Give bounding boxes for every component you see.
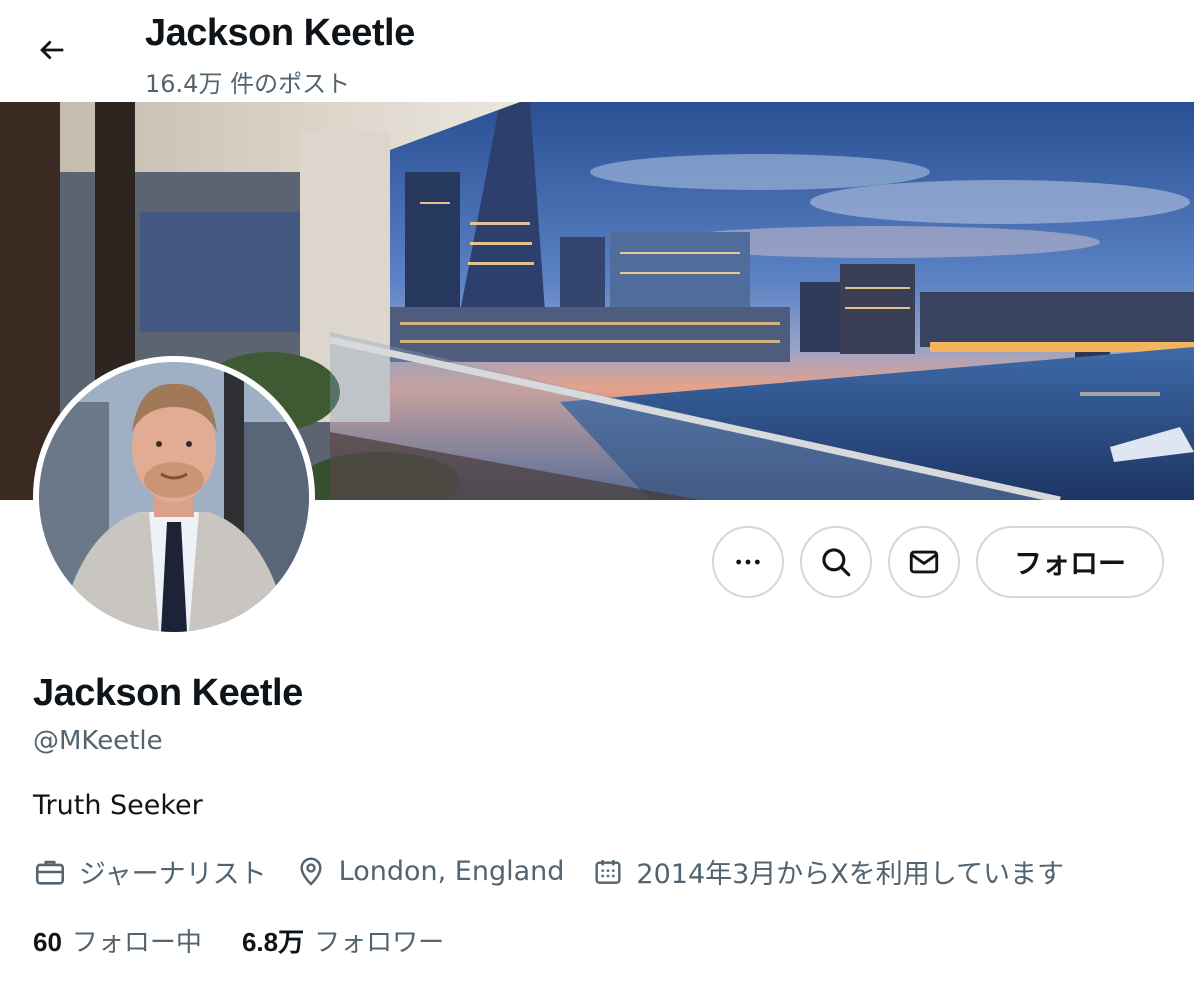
profile-stats: 60 フォロー中 6.8万 フォロワー xyxy=(33,922,484,959)
followers-count: 6.8万 xyxy=(241,927,305,957)
profession-text: ジャーナリスト xyxy=(79,859,267,890)
following-count: 60 xyxy=(33,927,62,957)
profile-page: Jackson Keetle 16.4万 件のポスト フォロー Jackson … xyxy=(0,0,1194,984)
location-item: London, England xyxy=(295,856,565,888)
header-title: Jackson Keetle xyxy=(145,12,415,54)
profile-handle: @MKeetle xyxy=(33,726,163,756)
followers-link[interactable]: 6.8万 フォロワー xyxy=(242,922,444,959)
message-button[interactable] xyxy=(888,526,960,598)
search-icon xyxy=(822,548,851,577)
followers-label: フォロワー xyxy=(314,928,445,958)
avatar[interactable] xyxy=(33,356,315,638)
briefcase-icon xyxy=(35,860,65,885)
following-label: フォロー中 xyxy=(71,928,202,958)
more-icon xyxy=(736,559,760,565)
back-arrow-icon xyxy=(40,40,64,60)
following-link[interactable]: 60 フォロー中 xyxy=(33,922,202,959)
more-button[interactable] xyxy=(712,526,784,598)
profile-meta: ジャーナリスト London, England 2014年3月からXを利用してい… xyxy=(33,852,1092,891)
joined-item: 2014年3月からXを利用しています xyxy=(592,852,1064,891)
profile-bio: Truth Seeker xyxy=(33,790,203,821)
back-button[interactable] xyxy=(22,20,82,80)
profile-header: Jackson Keetle 16.4万 件のポスト xyxy=(0,0,1194,102)
profession-item: ジャーナリスト xyxy=(33,852,267,891)
calendar-icon xyxy=(595,859,621,884)
search-button[interactable] xyxy=(800,526,872,598)
joined-text: 2014年3月からXを利用しています xyxy=(636,859,1064,890)
avatar-image xyxy=(39,362,309,632)
post-count: 16.4万 件のポスト xyxy=(145,70,351,98)
mail-icon xyxy=(909,550,939,574)
location-pin-icon xyxy=(300,856,322,886)
location-text: London, England xyxy=(338,856,565,887)
profile-name: Jackson Keetle xyxy=(33,672,303,714)
follow-button[interactable]: フォロー xyxy=(976,526,1164,598)
